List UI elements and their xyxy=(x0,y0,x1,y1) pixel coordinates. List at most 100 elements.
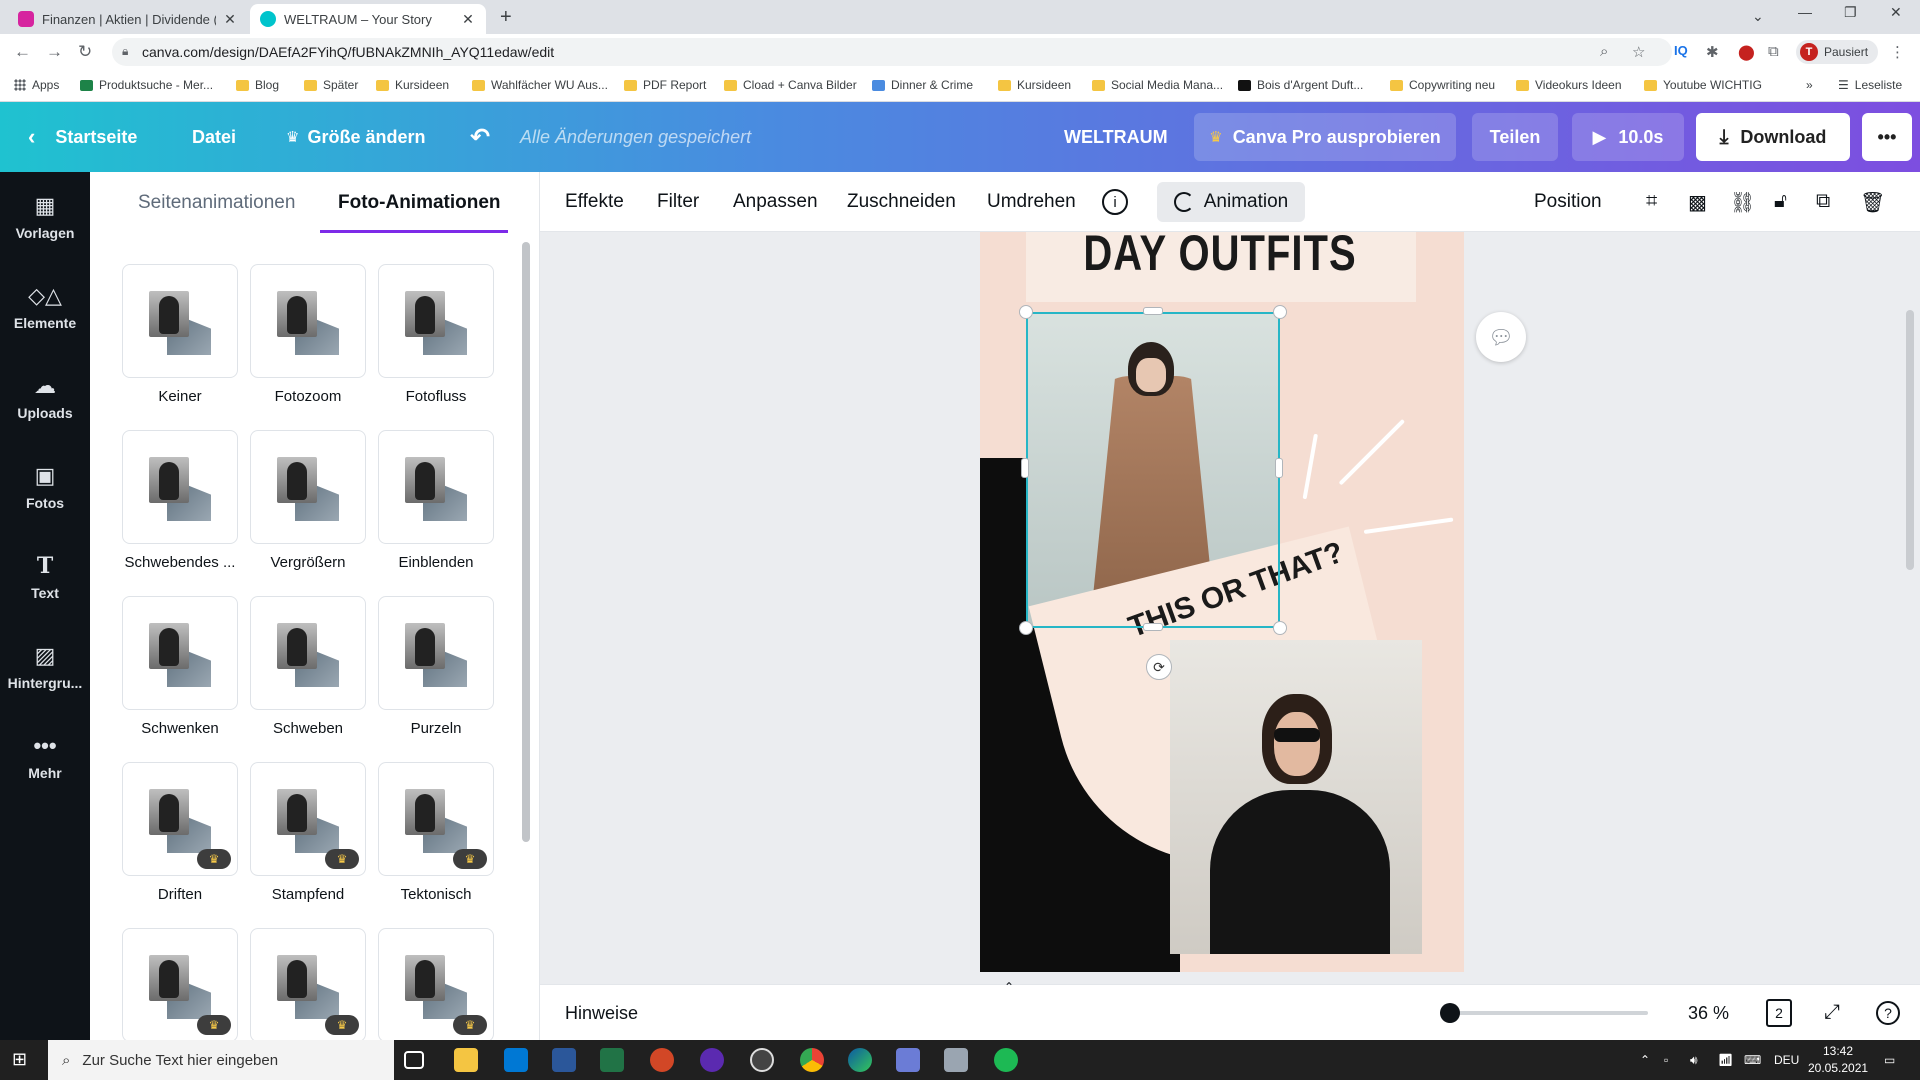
animation-thumbnail[interactable]: ♛ xyxy=(122,928,238,1040)
scroll-thumb[interactable] xyxy=(522,242,530,842)
try-pro-button[interactable]: ♛ Canva Pro ausprobieren xyxy=(1194,113,1456,161)
tray-chevron-icon[interactable]: ⌃ xyxy=(1640,1040,1650,1080)
photo-woman-sunglasses[interactable] xyxy=(1170,640,1422,954)
rail-item-fotos[interactable]: ▣ Fotos xyxy=(0,442,90,532)
bookmark-item[interactable]: Blog xyxy=(236,78,279,92)
scroll-thumb[interactable] xyxy=(1906,310,1914,570)
animation-thumbnail[interactable] xyxy=(378,430,494,544)
animation-option[interactable]: Einblenden xyxy=(378,430,494,571)
animation-thumbnail[interactable] xyxy=(378,264,494,378)
minimize-icon[interactable]: — xyxy=(1798,4,1812,20)
edge-icon[interactable] xyxy=(848,1048,872,1072)
animation-thumbnail[interactable] xyxy=(122,264,238,378)
zoom-level[interactable]: 36 % xyxy=(1688,985,1729,1041)
animation-option[interactable]: ♛ Tektonisch xyxy=(378,762,494,903)
rail-item-hintergrund[interactable]: ▨ Hintergru... xyxy=(0,622,90,712)
windows-start-icon[interactable]: ⊞ xyxy=(12,1049,27,1073)
animation-thumbnail[interactable] xyxy=(250,596,366,710)
rotate-handle-icon[interactable]: ⟳ xyxy=(1146,654,1172,680)
chevron-up-icon[interactable]: ⌃ xyxy=(1004,977,1014,997)
home-button[interactable]: ‹ Startseite xyxy=(28,102,137,172)
extension-icon[interactable]: ✱ xyxy=(1706,43,1719,61)
bookmark-item[interactable]: Videokurs Ideen xyxy=(1516,78,1622,92)
animation-thumbnail[interactable] xyxy=(122,430,238,544)
wifi-icon[interactable]: 📶︎ xyxy=(1718,1040,1733,1080)
maximize-icon[interactable]: ❐ xyxy=(1844,4,1857,21)
reload-icon[interactable]: ↻ xyxy=(78,42,92,62)
resize-handle[interactable] xyxy=(1275,458,1283,478)
play-button[interactable]: ▶ 10.0s xyxy=(1572,113,1684,161)
bookmark-item[interactable]: PDF Report xyxy=(624,78,706,92)
resize-handle[interactable] xyxy=(1143,623,1163,631)
resize-handle[interactable] xyxy=(1019,305,1033,319)
add-comment-icon[interactable]: 💬︎ xyxy=(1476,312,1526,362)
adblock-extension-icon[interactable]: ⬤ xyxy=(1738,43,1755,61)
animation-option[interactable]: ♛ xyxy=(378,928,494,1040)
animation-button[interactable]: Animation xyxy=(1157,182,1305,222)
link-icon[interactable]: ⛓ xyxy=(1730,190,1755,215)
tab-search-icon[interactable]: ⌄ xyxy=(1752,8,1764,25)
window-close-icon[interactable]: ✕ xyxy=(1890,4,1902,21)
rail-item-elemente[interactable]: ◇△ Elemente xyxy=(0,262,90,352)
trash-icon[interactable]: 🗑︎ xyxy=(1860,190,1885,215)
animation-thumbnail[interactable] xyxy=(250,264,366,378)
animation-thumbnail[interactable] xyxy=(250,430,366,544)
word-icon[interactable] xyxy=(552,1048,576,1072)
reading-list[interactable]: ☰ Leseliste xyxy=(1838,78,1902,92)
more-options-button[interactable]: ••• xyxy=(1862,113,1912,161)
keyboard-icon[interactable]: ⌨ xyxy=(1744,1040,1761,1080)
notes-button[interactable]: Hinweise xyxy=(565,985,638,1041)
duplicate-icon[interactable]: ⧉ xyxy=(1816,190,1830,213)
bookmark-item[interactable]: Dinner & Crime xyxy=(872,78,973,92)
language-indicator[interactable]: DEU xyxy=(1774,1040,1799,1080)
animation-option[interactable]: ♛ xyxy=(122,928,238,1040)
app-icon[interactable] xyxy=(700,1048,724,1072)
panel-scrollbar[interactable] xyxy=(522,242,530,1022)
undo-icon[interactable]: ↶ xyxy=(470,102,490,172)
animation-option[interactable]: Schweben xyxy=(250,596,366,737)
profile-chip[interactable]: T Pausiert xyxy=(1796,40,1879,64)
resize-handle[interactable] xyxy=(1273,305,1287,319)
new-tab-plus-icon[interactable]: + xyxy=(500,6,512,29)
resize-button[interactable]: ♛ Größe ändern xyxy=(286,102,425,172)
excel-icon[interactable] xyxy=(600,1048,624,1072)
selection-frame[interactable] xyxy=(1026,312,1280,628)
bookmark-item[interactable]: Kursideen xyxy=(998,78,1071,92)
animation-option[interactable]: Fotofluss xyxy=(378,264,494,405)
zoom-slider[interactable] xyxy=(1440,1003,1648,1023)
transparency-icon[interactable]: ▩ xyxy=(1688,190,1707,215)
position-button[interactable]: Position xyxy=(1534,172,1602,232)
bookmark-item[interactable]: Wahlfächer WU Aus... xyxy=(472,78,608,92)
puzzle-extensions-icon[interactable]: ⧉ xyxy=(1768,43,1779,60)
chevron-more-icon[interactable]: » xyxy=(1806,78,1813,92)
adjust-button[interactable]: Anpassen xyxy=(733,172,818,232)
help-icon[interactable]: ? xyxy=(1876,1001,1900,1025)
browser-tab-finanzen[interactable]: Finanzen | Aktien | Dividende (@ ✕ xyxy=(8,4,248,34)
chrome-icon[interactable] xyxy=(800,1048,824,1072)
powerpoint-icon[interactable] xyxy=(650,1048,674,1072)
design-title[interactable]: WELTRAUM xyxy=(1064,102,1168,172)
clock[interactable]: 13:42 20.05.2021 xyxy=(1808,1043,1868,1077)
lock-icon[interactable]: 🔓︎ xyxy=(1774,190,1787,213)
rail-item-uploads[interactable]: ☁ Uploads xyxy=(0,352,90,442)
animation-option[interactable]: Fotozoom xyxy=(250,264,366,405)
zoom-slider-knob[interactable] xyxy=(1440,1003,1461,1023)
task-view-icon[interactable] xyxy=(404,1051,424,1069)
back-arrow-icon[interactable]: ← xyxy=(14,42,31,62)
tray-app-icon[interactable]: ▫ xyxy=(1664,1040,1668,1080)
animation-thumbnail[interactable]: ♛ xyxy=(378,928,494,1040)
download-button[interactable]: ⤓ Download xyxy=(1696,113,1850,161)
page-count[interactable]: 2 xyxy=(1766,999,1792,1027)
animation-thumbnail[interactable]: ♛ xyxy=(378,762,494,876)
animation-thumbnail[interactable] xyxy=(378,596,494,710)
filter-button[interactable]: Filter xyxy=(657,172,699,232)
bookmark-item[interactable]: Kursideen xyxy=(376,78,449,92)
close-icon[interactable]: ✕ xyxy=(460,11,476,28)
animation-thumbnail[interactable]: ♛ xyxy=(250,762,366,876)
fullscreen-icon[interactable]: ⤢ xyxy=(1824,1001,1840,1024)
tab-page-animations[interactable]: Seitenanimationen xyxy=(138,172,295,234)
animation-option[interactable]: ♛ xyxy=(250,928,366,1040)
animation-option[interactable]: Schwenken xyxy=(122,596,238,737)
browser-menu-icon[interactable]: ⋮ xyxy=(1890,43,1905,61)
animation-option[interactable]: Vergrößern xyxy=(250,430,366,571)
